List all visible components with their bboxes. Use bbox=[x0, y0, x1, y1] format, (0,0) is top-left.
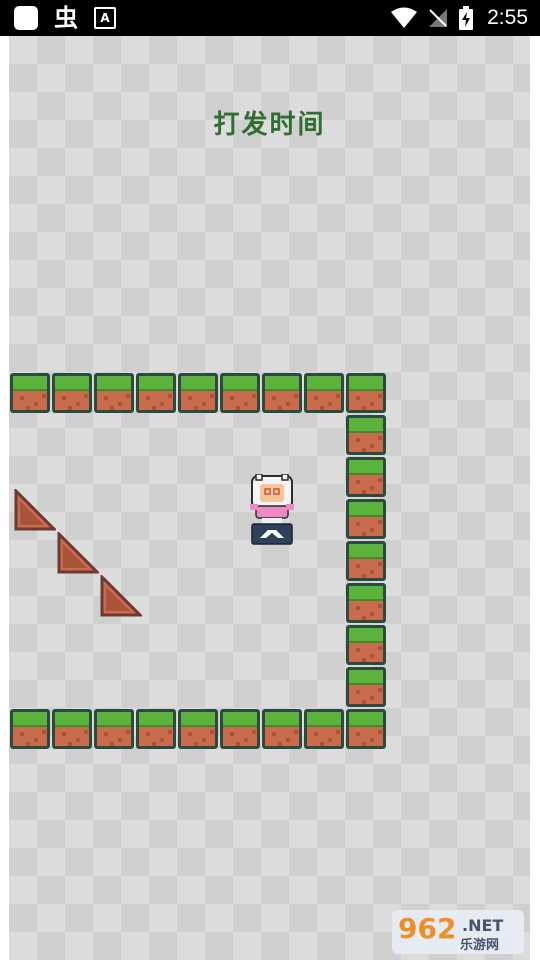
grass-block bbox=[136, 373, 176, 413]
status-left-icons: 虫 A bbox=[14, 4, 116, 32]
grass-block bbox=[304, 373, 344, 413]
bug-icon: 虫 bbox=[54, 4, 78, 32]
status-bar: 虫 A 2:55 bbox=[0, 0, 540, 36]
grass-block bbox=[178, 373, 218, 413]
grass-block bbox=[346, 541, 386, 581]
no-signal-icon bbox=[429, 9, 448, 27]
game-canvas[interactable]: 打发时间 962 .NET 乐游网 bbox=[9, 36, 530, 960]
grass-block bbox=[346, 499, 386, 539]
wifi-icon bbox=[391, 7, 418, 28]
grass-block bbox=[346, 373, 386, 413]
grass-block bbox=[346, 625, 386, 665]
site-watermark: 962 .NET 乐游网 bbox=[392, 910, 524, 954]
watermark-chinese: 乐游网 bbox=[460, 938, 500, 953]
ramp-spike bbox=[14, 489, 56, 531]
grass-block bbox=[178, 709, 218, 749]
grass-block bbox=[346, 583, 386, 623]
grass-block bbox=[52, 709, 92, 749]
grass-block bbox=[94, 709, 134, 749]
grass-block bbox=[262, 709, 302, 749]
grass-block bbox=[346, 415, 386, 455]
a-badge-icon: A bbox=[94, 7, 116, 29]
ramp-spike bbox=[100, 575, 142, 617]
grass-block bbox=[136, 709, 176, 749]
grass-block bbox=[10, 709, 50, 749]
grass-block bbox=[346, 667, 386, 707]
status-right-icons: 2:55 bbox=[391, 4, 528, 32]
player-character[interactable] bbox=[250, 474, 294, 546]
grass-block bbox=[52, 373, 92, 413]
ramp-spike bbox=[57, 532, 99, 574]
grass-block bbox=[304, 709, 344, 749]
grass-block bbox=[10, 373, 50, 413]
clock: 2:55 bbox=[487, 6, 528, 29]
grass-block bbox=[220, 373, 260, 413]
watermark-domain: .NET bbox=[462, 916, 504, 935]
app-notification-icon bbox=[14, 6, 38, 30]
level-title: 打发时间 bbox=[213, 110, 326, 140]
grass-block bbox=[94, 373, 134, 413]
grass-block bbox=[346, 709, 386, 749]
battery-charging-icon bbox=[459, 6, 474, 30]
grass-block bbox=[220, 709, 260, 749]
grass-block bbox=[346, 457, 386, 497]
watermark-number: 962 bbox=[398, 912, 457, 945]
grass-block bbox=[262, 373, 302, 413]
